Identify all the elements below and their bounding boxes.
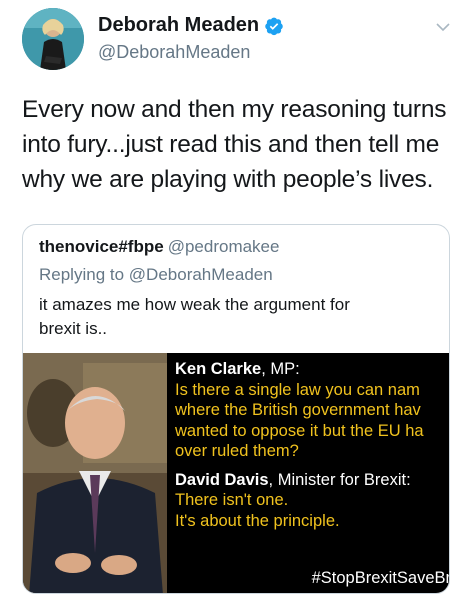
politician-photo — [23, 353, 167, 593]
tweet-text: Every now and then my reasoning turns in… — [22, 96, 447, 193]
speaker1-block: Ken Clarke, MP: Is there a single law yo… — [175, 359, 449, 462]
speaker1-label: Ken Clarke, MP: — [175, 359, 449, 380]
tweet-header: Deborah Meaden @DeborahMeaden — [22, 8, 452, 72]
quoted-tweet-card[interactable]: thenovice#fbpe @pedromakee Replying to @D… — [22, 224, 450, 594]
speaker2-line: It's about the principle. — [175, 511, 340, 530]
author-name-row: Deborah Meaden — [98, 14, 284, 37]
speaker1-role: , MP: — [261, 360, 300, 378]
chevron-down-icon[interactable] — [434, 18, 452, 36]
speaker2-label: David Davis, Minister for Brexit: — [175, 470, 449, 491]
speaker2-block: David Davis, Minister for Brexit: There … — [175, 470, 449, 532]
image-quote-text: Ken Clarke, MP: Is there a single law yo… — [175, 359, 449, 539]
replying-prefix: Replying to — [39, 265, 125, 284]
speaker2-role: , Minister for Brexit: — [268, 470, 411, 489]
quoted-tweet-text: it amazes me how weak the argument for b… — [39, 295, 350, 338]
speaker1-line: Is there a single law you can nam — [175, 380, 420, 399]
avatar[interactable] — [22, 8, 84, 70]
image-hashtag: #StopBrexitSaveBr — [311, 569, 450, 587]
speaker1-line: where the British government hav — [175, 401, 421, 419]
quoted-author-name[interactable]: thenovice#fbpe — [39, 237, 164, 256]
replying-to-line: Replying to @DeborahMeaden — [39, 265, 273, 285]
speaker1-line: over ruled them? — [175, 442, 299, 460]
speaker2-line: There isn't one. — [175, 491, 289, 509]
verified-badge-icon — [264, 16, 284, 36]
author-handle[interactable]: @DeborahMeaden — [98, 42, 250, 63]
quoted-author-row: thenovice#fbpe @pedromakee — [39, 237, 279, 257]
speaker1-line: wanted to oppose it but the EU ha — [175, 421, 424, 440]
quoted-tweet-image[interactable]: Ken Clarke, MP: Is there a single law yo… — [23, 353, 450, 593]
replying-to-mention[interactable]: @DeborahMeaden — [129, 265, 273, 284]
speaker1-name: Ken Clarke — [175, 360, 262, 378]
speaker2-name: David Davis — [175, 470, 269, 489]
quoted-author-handle[interactable]: @pedromakee — [168, 237, 280, 256]
author-name[interactable]: Deborah Meaden — [98, 14, 259, 37]
